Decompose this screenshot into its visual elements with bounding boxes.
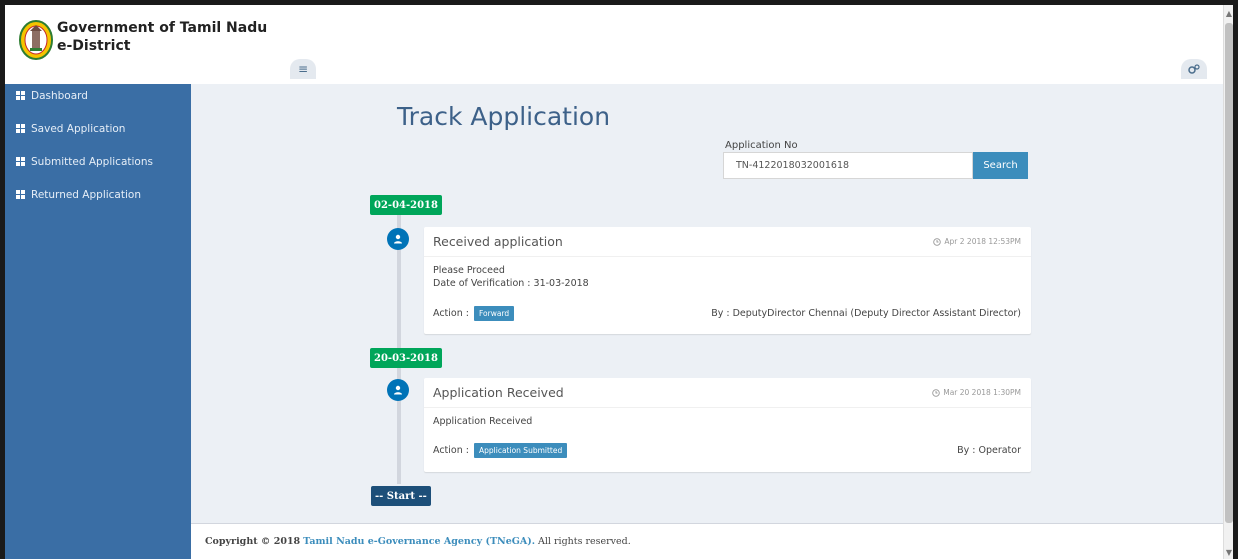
timeline-item-title: Application Received	[433, 385, 564, 400]
timeline-item-header: Received application Apr 2 2018 12:53PM	[424, 227, 1031, 257]
timeline-user-marker	[387, 379, 409, 401]
copyright-text: Copyright © 2018	[205, 536, 301, 547]
verification-date-text: Date of Verification : 31-03-2018	[433, 278, 589, 289]
timeline-item-footer: Action : Forward By : DeputyDirector Che…	[424, 306, 1031, 321]
timeline-item: Application Received Mar 20 2018 1:30PM …	[424, 378, 1031, 472]
grid-icon	[16, 190, 26, 199]
user-icon	[394, 234, 402, 244]
search-button[interactable]: Search	[973, 152, 1028, 179]
sidebar-item-label: Saved Application	[31, 122, 126, 135]
scroll-down-arrow-icon[interactable]: ▼	[1224, 548, 1233, 557]
timeline-item-time: Mar 20 2018 1:30PM	[932, 388, 1021, 397]
grid-icon	[16, 91, 26, 100]
remark-text: Please Proceed	[433, 265, 505, 276]
timeline-date-badge: 20-03-2018	[370, 348, 442, 368]
timeline-item-title: Received application	[433, 234, 563, 249]
timeline-item-time: Apr 2 2018 12:53PM	[933, 237, 1021, 246]
agency-link[interactable]: Tamil Nadu e-Governance Agency (TNeGA).	[303, 536, 535, 547]
timeline-date-badge: 02-04-2018	[370, 195, 442, 215]
tamil-nadu-emblem-logo	[19, 20, 53, 60]
grid-icon	[16, 157, 26, 166]
scrollbar-thumb[interactable]	[1225, 23, 1233, 523]
timeline-item-body: Please Proceed Date of Verification : 31…	[424, 257, 1031, 290]
user-icon	[394, 385, 402, 395]
scroll-up-arrow-icon[interactable]: ▲	[1224, 9, 1233, 18]
sidebar-item-saved-application[interactable]: Saved Application	[5, 117, 191, 150]
timeline-start-badge: -- Start --	[371, 486, 431, 506]
sidebar-item-submitted-applications[interactable]: Submitted Applications	[5, 150, 191, 183]
timeline-item-footer: Action : Application Submitted By : Oper…	[424, 443, 1031, 458]
sidebar-item-returned-application[interactable]: Returned Application	[5, 183, 191, 216]
remark-text: Application Received	[433, 416, 533, 427]
sidebar-nav: Dashboard Saved Application Submitted Ap…	[5, 84, 191, 559]
timestamp-text: Apr 2 2018 12:53PM	[944, 237, 1021, 246]
action-group: Action : Application Submitted	[433, 443, 568, 458]
action-by-text: By : Operator	[957, 445, 1021, 456]
main-content: Track Application Application No Search …	[191, 84, 1223, 559]
clock-icon	[933, 237, 942, 246]
rights-text: All rights reserved.	[538, 536, 631, 547]
hamburger-icon: ≡	[297, 62, 309, 76]
action-by-text: By : DeputyDirector Chennai (Deputy Dire…	[711, 308, 1021, 319]
grid-icon	[16, 124, 26, 133]
action-group: Action : Forward	[433, 306, 515, 321]
clock-icon	[932, 388, 940, 397]
action-label: Action :	[433, 308, 469, 319]
gears-icon	[1188, 64, 1200, 74]
sidebar-toggle-button[interactable]: ≡	[290, 59, 316, 79]
sidebar-item-dashboard[interactable]: Dashboard	[5, 84, 191, 117]
timeline-item-header: Application Received Mar 20 2018 1:30PM	[424, 378, 1031, 408]
application-no-input[interactable]	[723, 152, 973, 179]
sidebar-item-label: Returned Application	[31, 188, 141, 201]
browser-viewport: Government of Tamil Nadu e-District ≡ Da…	[5, 5, 1233, 559]
brand-subtitle: e-District	[57, 38, 131, 54]
page-footer: Copyright © 2018 Tamil Nadu e-Governance…	[191, 523, 1223, 559]
timeline-item-body: Application Received	[424, 408, 1031, 428]
timestamp-text: Mar 20 2018 1:30PM	[943, 388, 1021, 397]
settings-button[interactable]	[1181, 59, 1207, 79]
timeline-item: Received application Apr 2 2018 12:53PM …	[424, 227, 1031, 334]
top-header: Government of Tamil Nadu e-District ≡	[5, 5, 1223, 84]
brand-title: Government of Tamil Nadu	[57, 20, 268, 36]
application-no-label: Application No	[725, 140, 798, 151]
action-label: Action :	[433, 445, 469, 456]
vertical-scrollbar[interactable]: ▲ ▼	[1223, 5, 1233, 559]
timeline-user-marker	[387, 228, 409, 250]
page-title: Track Application	[397, 102, 611, 131]
sidebar-item-label: Dashboard	[31, 89, 88, 102]
application-submitted-action-badge[interactable]: Application Submitted	[474, 443, 568, 458]
forward-action-badge[interactable]: Forward	[474, 306, 515, 321]
sidebar-item-label: Submitted Applications	[31, 155, 153, 168]
